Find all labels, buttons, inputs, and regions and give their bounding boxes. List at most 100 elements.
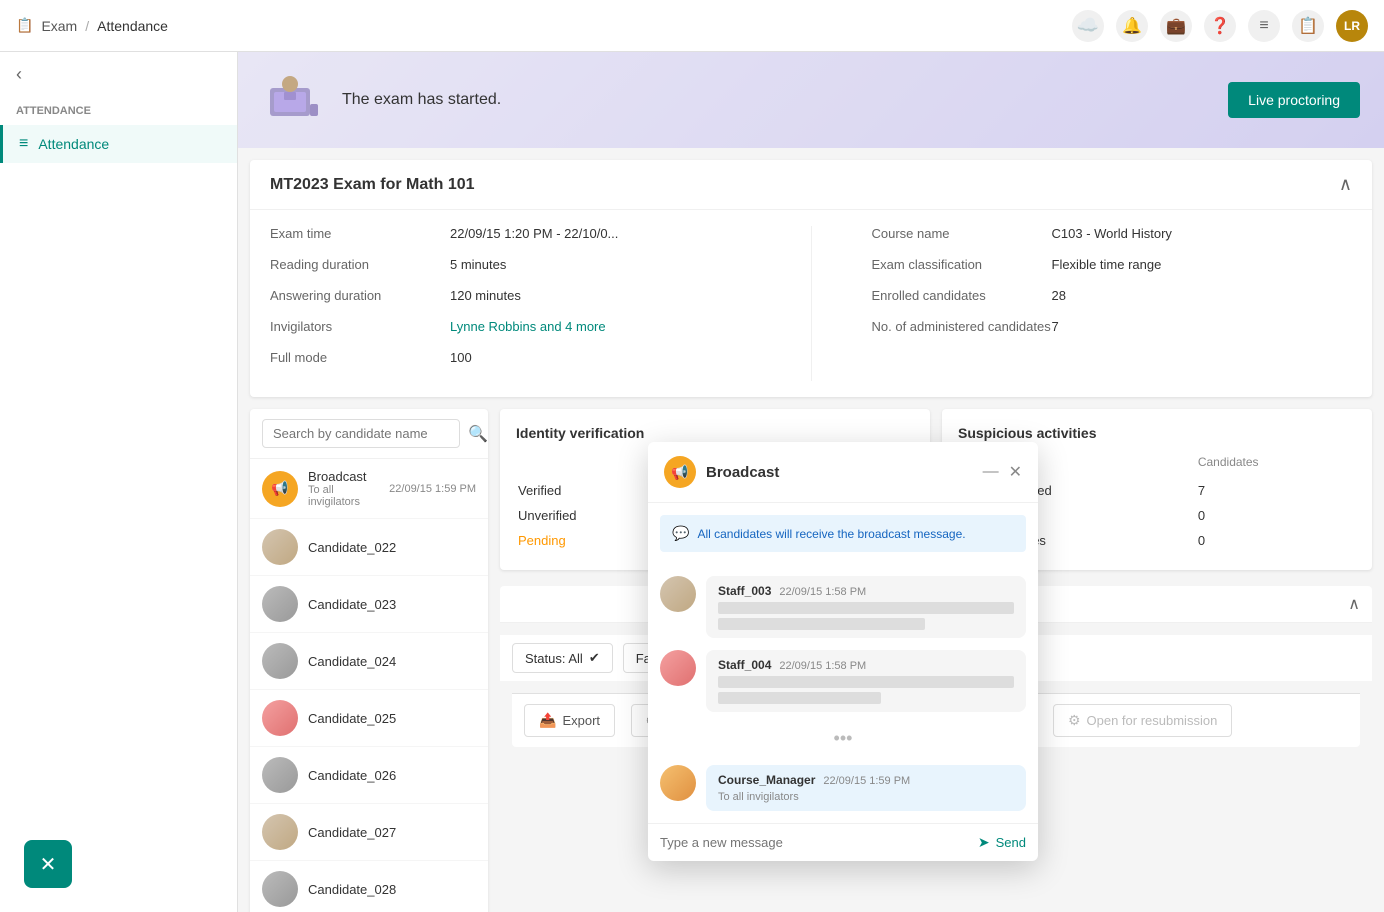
live-proctoring-button[interactable]: Live proctoring xyxy=(1228,82,1360,118)
breadcrumb-attendance: Attendance xyxy=(97,18,168,34)
messages-typing-indicator: ••• xyxy=(660,724,1026,753)
candidate-027-name: Candidate_027 xyxy=(308,825,476,840)
candidate-027-info: Candidate_027 xyxy=(308,825,476,840)
candidate-026-name: Candidate_026 xyxy=(308,768,476,783)
full-mode-label: Full mode xyxy=(270,350,450,365)
candidate-026-info: Candidate_026 xyxy=(308,768,476,783)
resubmission-button[interactable]: ⚙ Open for resubmission xyxy=(1053,704,1232,737)
exam-details-card: MT2023 Exam for Math 101 ∧ Exam time 22/… xyxy=(250,160,1372,397)
candidate-023-info: Candidate_023 xyxy=(308,597,476,612)
message-row: Course_Manager 22/09/15 1:59 PM To all i… xyxy=(660,765,1026,811)
course-manager-avatar xyxy=(660,765,696,801)
banner-left: The exam has started. xyxy=(262,68,501,132)
exam-time-row: Exam time 22/09/15 1:20 PM - 22/10/0... xyxy=(270,226,751,241)
status-filter-label: Status: All xyxy=(525,651,583,666)
attendance-icon: ≡ xyxy=(19,135,28,153)
exam-card-body: Exam time 22/09/15 1:20 PM - 22/10/0... … xyxy=(250,210,1372,397)
breadcrumb-separator: / xyxy=(85,18,89,34)
export-label: Export xyxy=(562,713,600,728)
candidate-022-name: Candidate_022 xyxy=(308,540,476,555)
search-button[interactable]: 🔍 xyxy=(468,424,488,444)
staff-004-avatar xyxy=(660,650,696,686)
list-item[interactable]: Candidate_027 xyxy=(250,804,488,861)
list-item[interactable]: Candidate_025 xyxy=(250,690,488,747)
broadcast-modal-title: Broadcast xyxy=(706,464,779,481)
candidate-list: 📢 Broadcast To all invigilators 22/09/15… xyxy=(250,459,488,912)
broadcast-name: Broadcast xyxy=(308,469,379,484)
administered-label: No. of administered candidates xyxy=(872,319,1052,334)
list-item[interactable]: Candidate_022 xyxy=(250,519,488,576)
divider xyxy=(811,226,812,381)
suspicious-activities-title: Suspicious activities xyxy=(958,425,1356,441)
full-mode-value: 100 xyxy=(450,350,751,365)
briefcase-icon[interactable]: 💼 xyxy=(1160,10,1192,42)
broadcast-item[interactable]: 📢 Broadcast To all invigilators 22/09/15… xyxy=(250,459,488,519)
breadcrumb-exam-icon: 📋 xyxy=(16,17,33,34)
broadcast-notice: 💬 All candidates will receive the broadc… xyxy=(660,515,1026,552)
export-button[interactable]: 📤 Export xyxy=(524,704,615,737)
staff-003-name: Staff_003 xyxy=(718,584,771,598)
sidebar: ‹ Attendance ≡ Attendance xyxy=(0,52,238,912)
staff-003-avatar xyxy=(660,576,696,612)
course-manager-recipient: To all invigilators xyxy=(718,791,1014,803)
course-manager-header: Course_Manager 22/09/15 1:59 PM xyxy=(718,773,1014,787)
candidate-026-avatar xyxy=(262,757,298,793)
clipboard-icon[interactable]: 📋 xyxy=(1292,10,1324,42)
list-item[interactable]: Candidate_028 xyxy=(250,861,488,912)
list-item[interactable]: Candidate_024 xyxy=(250,633,488,690)
candidate-025-name: Candidate_025 xyxy=(308,711,476,726)
collapse-button[interactable]: ∧ xyxy=(1339,174,1352,195)
staff-003-text xyxy=(718,602,1014,614)
send-button[interactable]: ➤ Send xyxy=(978,834,1026,851)
invigilators-row: Invigilators Lynne Robbins and 4 more xyxy=(270,319,751,334)
breadcrumb-exam[interactable]: Exam xyxy=(41,18,77,34)
bell-icon[interactable]: 🔔 xyxy=(1116,10,1148,42)
sidebar-item-attendance[interactable]: ≡ Attendance xyxy=(0,125,237,163)
course-manager-bubble: Course_Manager 22/09/15 1:59 PM To all i… xyxy=(706,765,1026,811)
modal-input-row: ➤ Send xyxy=(648,823,1038,861)
candidate-025-info: Candidate_025 xyxy=(308,711,476,726)
staff-004-header: Staff_004 22/09/15 1:58 PM xyxy=(718,658,1014,672)
help-icon[interactable]: ❓ xyxy=(1204,10,1236,42)
candidate-022-avatar xyxy=(262,529,298,565)
close-x-button[interactable]: ✕ xyxy=(24,840,72,888)
course-name-label: Course name xyxy=(872,226,1052,241)
candidate-023-avatar xyxy=(262,586,298,622)
search-box: 🔍 xyxy=(250,409,488,459)
broadcast-modal-icon: 📢 xyxy=(664,456,696,488)
course-name-value: C103 - World History xyxy=(1052,226,1353,241)
exam-info-col-left: Exam time 22/09/15 1:20 PM - 22/10/0... … xyxy=(270,226,751,381)
banner-message: The exam has started. xyxy=(342,91,501,109)
modal-header: 📢 Broadcast — ✕ xyxy=(648,442,1038,503)
administered-value: 7 xyxy=(1052,319,1353,334)
modal-close-button[interactable]: ✕ xyxy=(1009,462,1022,482)
cloud-icon[interactable]: ☁️ xyxy=(1072,10,1104,42)
message-input[interactable] xyxy=(660,835,970,850)
invigilators-value[interactable]: Lynne Robbins and 4 more xyxy=(450,319,751,334)
modal-controls: — ✕ xyxy=(983,462,1022,482)
staff-004-name: Staff_004 xyxy=(718,658,771,672)
administered-row: No. of administered candidates 7 xyxy=(872,319,1353,334)
collapse-panel-button[interactable]: ∧ xyxy=(1348,594,1360,614)
invigilators-label: Invigilators xyxy=(270,319,450,334)
user-avatar[interactable]: LR xyxy=(1336,10,1368,42)
sidebar-section-label: Attendance xyxy=(0,97,237,125)
search-input[interactable] xyxy=(262,419,460,448)
candidate-027-avatar xyxy=(262,814,298,850)
staff-004-time: 22/09/15 1:58 PM xyxy=(779,660,866,672)
candidate-024-avatar xyxy=(262,643,298,679)
answering-duration-value: 120 minutes xyxy=(450,288,751,303)
broadcast-notice-text: All candidates will receive the broadcas… xyxy=(697,527,965,541)
identity-verification-title: Identity verification xyxy=(516,425,914,441)
exam-card-title: MT2023 Exam for Math 101 xyxy=(270,176,475,194)
list-icon[interactable]: ≡ xyxy=(1248,10,1280,42)
status-filter[interactable]: Status: All ✔ xyxy=(512,643,613,673)
banner-illustration xyxy=(262,68,326,132)
broadcast-info: Broadcast To all invigilators xyxy=(308,469,379,508)
list-item[interactable]: Candidate_026 xyxy=(250,747,488,804)
sidebar-toggle[interactable]: ‹ xyxy=(0,52,237,97)
suspicious-col-candidates: Candidates xyxy=(1198,455,1354,477)
modal-minimize-button[interactable]: — xyxy=(983,462,999,482)
list-item[interactable]: Candidate_023 xyxy=(250,576,488,633)
message-row: Staff_004 22/09/15 1:58 PM xyxy=(660,650,1026,712)
